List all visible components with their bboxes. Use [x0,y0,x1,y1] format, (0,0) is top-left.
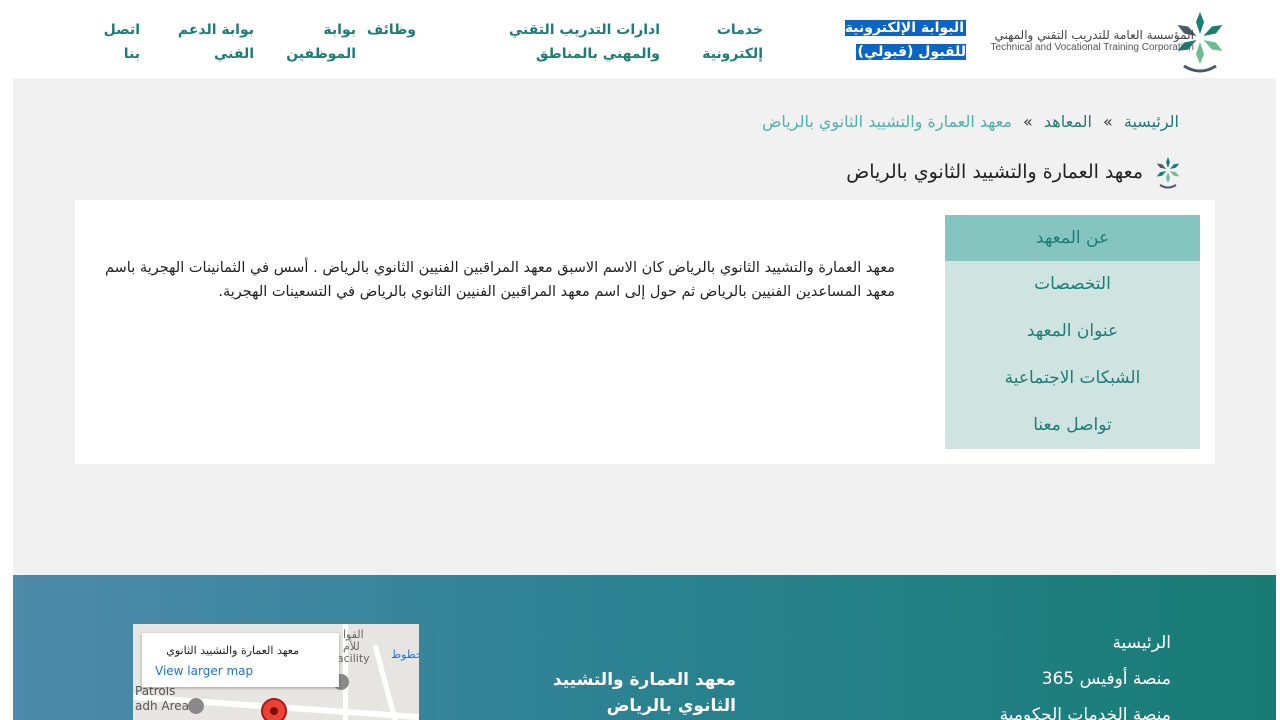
nav-contact-us[interactable]: اتصل بنا [96,18,140,66]
map-place-name: معهد العمارة والتشييد الثانوي [166,644,299,657]
about-text: معهد العمارة والتشييد الثانوي بالرياض كا… [105,260,895,300]
map-label: خطوط [391,648,419,661]
page-title-row: معهد العمارة والتشييد الثانوي بالرياض [846,152,1183,192]
institute-card: عن المعهد التخصصات عنوان المعهد الشبكات … [75,200,1215,464]
site-footer: الرئيسية منصة أوفيس 365 منصة الخدمات الح… [13,575,1276,720]
footer-link-home[interactable]: الرئيسية [1000,625,1171,661]
map-info-card: معهد العمارة والتشييد الثانوي View large… [142,633,339,687]
menu-item-about[interactable]: عن المعهد [945,215,1200,261]
menu-item-specializations[interactable]: التخصصات [945,261,1200,308]
institute-side-menu: عن المعهد التخصصات عنوان المعهد الشبكات … [945,215,1200,449]
logo-english-name: Technical and Vocational Training Corpor… [990,42,1194,53]
main-content: الرئيسية » المعاهد » معهد العمارة والتشي… [13,78,1276,575]
breadcrumb-separator: » [1103,112,1113,131]
breadcrumb-current: معهد العمارة والتشييد الثانوي بالرياض [762,112,1012,131]
embedded-map[interactable]: القوا للأم facility خطوط Patrols adh Are… [133,624,419,720]
nav-support-portal[interactable]: بوابة الدعم الفني [174,18,254,66]
site-header: المؤسسة العامة للتدريب التقني والمهني Te… [0,0,1280,78]
logo-text: المؤسسة العامة للتدريب التقني والمهني Te… [974,28,1194,54]
map-larger-link[interactable]: View larger map [155,664,253,678]
breadcrumb-separator: » [1023,112,1033,131]
menu-item-social[interactable]: الشبكات الاجتماعية [945,355,1200,402]
footer-link-office365[interactable]: منصة أوفيس 365 [1000,661,1171,697]
menu-item-address[interactable]: عنوان المعهد [945,308,1200,355]
nav-jobs[interactable]: وظائف [356,18,416,42]
logo-arabic-name: المؤسسة العامة للتدريب التقني والمهني [994,28,1194,42]
nav-regional-training[interactable]: ادارات التدريب التقني والمهني بالمناطق [450,18,660,66]
breadcrumb-home[interactable]: الرئيسية [1124,112,1179,131]
map-label: adh Area [135,699,190,713]
breadcrumb: الرئيسية » المعاهد » معهد العمارة والتشي… [762,112,1179,131]
nav-employees-portal[interactable]: بوابة الموظفين [286,18,356,66]
menu-item-contact[interactable]: تواصل معنا [945,402,1200,449]
nav-admission-portal[interactable]: البوابة الإلكترونية للقبول (قبولي) [808,16,966,64]
map-pin-icon[interactable] [261,698,287,720]
breadcrumb-institutes[interactable]: المعاهد [1044,112,1092,131]
nav-admission-portal-label: البوابة الإلكترونية للقبول (قبولي) [844,20,966,60]
map-poi-icon [188,698,204,714]
footer-link-gov-services[interactable]: منصة الخدمات الحكومية [1000,697,1171,720]
footer-institute-title: معهد العمارة والتشييد الثانوي بالرياض [552,670,736,716]
nav-e-services[interactable]: خدمات إلكترونية [683,18,763,66]
page-title: معهد العمارة والتشييد الثانوي بالرياض [846,161,1143,183]
footer-links: الرئيسية منصة أوفيس 365 منصة الخدمات الح… [1000,625,1171,720]
tvtc-emblem-icon [1156,157,1180,189]
